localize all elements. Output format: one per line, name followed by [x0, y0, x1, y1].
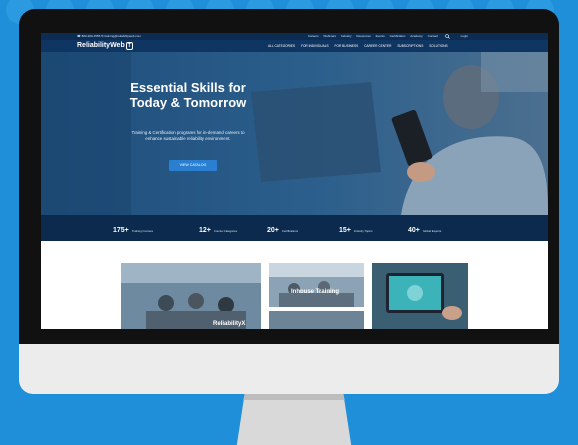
- card-third[interactable]: [269, 311, 364, 329]
- card-inhouse-training[interactable]: Inhouse Training: [269, 263, 364, 307]
- hero-subtitle: Training & Certification programs for in…: [131, 130, 245, 141]
- stat-item: 12+ Course Categories: [199, 215, 237, 244]
- monitor-stand: [236, 394, 352, 445]
- top-link[interactable]: Certification: [390, 34, 406, 38]
- card-tablet[interactable]: [372, 263, 468, 329]
- stat-item: 40+ Global Experts: [408, 215, 441, 244]
- stat-item: 175+ Training Courses: [113, 215, 153, 244]
- stat-number: 20+: [267, 227, 279, 234]
- nav-item-business[interactable]: FOR BUSINESS: [335, 44, 359, 48]
- stat-number: 15+: [339, 227, 351, 234]
- stat-label: Certifications: [281, 229, 299, 233]
- login-link[interactable]: Login: [461, 33, 468, 40]
- card-photo: [269, 263, 364, 307]
- top-link[interactable]: Resources: [356, 34, 370, 38]
- stat-number: 40+: [408, 227, 420, 234]
- card-label: ReliabilityX: [213, 321, 246, 327]
- stat-label: Training Courses: [131, 229, 153, 233]
- monitor-chin: [19, 344, 559, 394]
- nav-item-career-center[interactable]: CAREER CENTER: [364, 44, 391, 48]
- stat-label: Course Categories: [213, 229, 238, 233]
- nav-item-individuals[interactable]: FOR INDIVIDUALS: [301, 44, 329, 48]
- view-catalog-button[interactable]: VIEW CATALOG: [169, 160, 217, 171]
- nav-item-subscriptions[interactable]: SUBSCRIPTIONS: [397, 44, 423, 48]
- monitor: ☎ 800-200-1555 ✉ training@reliabilityweb…: [19, 9, 559, 394]
- top-bar: ☎ 800-200-1555 ✉ training@reliabilityweb…: [41, 33, 548, 40]
- top-links: Careers Webinars Industry Resources Even…: [304, 33, 438, 40]
- email-address[interactable]: ✉ training@reliabilityweb.com: [101, 33, 141, 40]
- website-screen: ☎ 800-200-1555 ✉ training@reliabilityweb…: [41, 33, 548, 329]
- stat-item: 15+ Industry Topics: [339, 215, 372, 244]
- logo-text: ReliabilityWeb: [77, 42, 125, 49]
- nav-links: ALL CATEGORIES FOR INDIVIDUALS FOR BUSIN…: [268, 40, 453, 52]
- top-link[interactable]: Webinars: [323, 34, 336, 38]
- top-link[interactable]: Industry: [341, 34, 352, 38]
- stat-number: 12+: [199, 227, 211, 234]
- card-photo: [121, 263, 261, 329]
- card-photo: [372, 263, 468, 329]
- hero-title: Essential Skills for Today & Tomorrow: [129, 80, 247, 110]
- top-link[interactable]: Academy: [410, 34, 423, 38]
- nav-item-all-categories[interactable]: ALL CATEGORIES: [268, 44, 295, 48]
- phone-number[interactable]: ☎ 800-200-1555: [77, 33, 100, 40]
- stand-shadow: [243, 394, 345, 400]
- stat-item: 20+ Certifications: [267, 215, 298, 244]
- nav-item-solutions[interactable]: SOLUTIONS: [429, 44, 447, 48]
- site-logo[interactable]: ReliabilityWeb T: [77, 41, 133, 51]
- hero-banner: Essential Skills for Today & Tomorrow Tr…: [41, 52, 548, 215]
- logo-badge: T: [125, 42, 133, 50]
- stat-label: Global Experts: [422, 229, 442, 233]
- hero-background-photo: [41, 52, 548, 215]
- top-link[interactable]: Contact: [428, 34, 438, 38]
- stat-number: 175+: [113, 227, 129, 234]
- main-nav: ReliabilityWeb T ALL CATEGORIES FOR INDIV…: [41, 40, 548, 52]
- course-cards-section: ReliabilityX Inhouse Training: [41, 241, 548, 329]
- top-link[interactable]: Careers: [308, 34, 319, 38]
- card-reliabilityx[interactable]: ReliabilityX: [121, 263, 261, 329]
- top-link[interactable]: Events: [376, 34, 385, 38]
- stats-bar: 175+ Training Courses 12+ Course Categorie…: [41, 215, 548, 241]
- card-label: Inhouse Training: [291, 289, 340, 295]
- stat-label: Industry Topics: [353, 229, 373, 233]
- search-icon[interactable]: [445, 34, 450, 39]
